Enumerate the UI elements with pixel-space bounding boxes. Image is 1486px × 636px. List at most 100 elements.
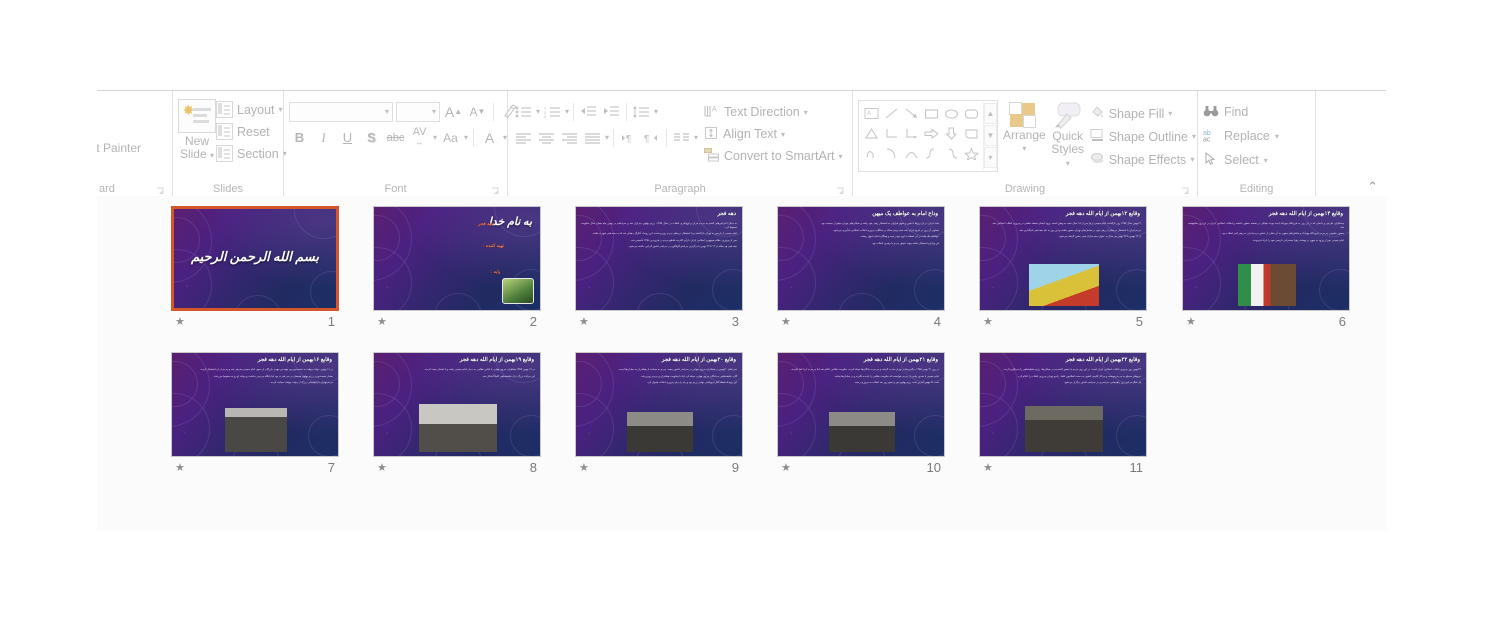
chevron-down-icon[interactable]: ▾ — [210, 151, 214, 160]
increase-font-size-button[interactable]: A ▲ — [443, 102, 464, 122]
chevron-down-icon[interactable]: ▾ — [279, 105, 283, 114]
change-case-button[interactable]: Aa — [440, 128, 461, 148]
shape-gallery[interactable]: A ▲ ▼ ▾ — [858, 100, 998, 172]
numbering-button[interactable]: 123 — [542, 102, 563, 122]
elbow-connector-icon[interactable] — [881, 123, 901, 143]
slide-thumbnail-5[interactable]: وقایع ۱۲بهمن از ایام الله دهه فجر ۱۲بهمن … — [979, 206, 1149, 334]
slide-canvas[interactable]: وقایع ۱۹بهمن از ایام الله دهه فجر در ۱۹ ب… — [373, 352, 541, 457]
chevron-down-icon[interactable]: ▾ — [385, 107, 389, 116]
animation-star-icon[interactable]: ★ — [781, 315, 791, 329]
collapse-ribbon-icon[interactable]: ⌃ — [1367, 179, 1378, 195]
slide-canvas[interactable]: وقایع ۲۱بهمن از ایام الله دهه فجر در روز … — [777, 352, 945, 457]
rectangle-shape-icon[interactable] — [921, 103, 941, 123]
increase-indent-button[interactable] — [601, 102, 622, 122]
chevron-down-icon[interactable]: ▾ — [804, 108, 808, 117]
align-left-button[interactable] — [513, 128, 534, 148]
chevron-down-icon[interactable]: ▾ — [605, 133, 609, 142]
slide-thumbnail-6[interactable]: وقایع ۱۴بهمن از ایام الله دهه فجر مسافران… — [1182, 206, 1352, 334]
chevron-down-icon[interactable]: ▾ — [464, 133, 468, 142]
slide-thumbnail-7[interactable]: وقایع ۱۶بهمن از ایام الله دهه فجر در ۱۶ ب… — [171, 352, 341, 480]
new-slide-button[interactable]: ✸ New Slide ▾ — [178, 95, 216, 162]
font-size-input[interactable]: ▾ — [396, 101, 440, 122]
text-shadow-button[interactable]: S — [361, 128, 382, 148]
shape-fill-button[interactable]: Shape Fill ▾ — [1090, 103, 1196, 124]
character-spacing-button[interactable]: AV ↔ — [409, 127, 430, 148]
format-painter-button[interactable]: ormat Painter — [97, 141, 141, 155]
font-name-input[interactable]: ▾ — [289, 101, 393, 122]
strikethrough-button[interactable]: abc — [385, 128, 406, 148]
arc-shape-icon[interactable] — [901, 143, 921, 163]
reset-button[interactable]: Reset — [216, 122, 287, 141]
decrease-indent-button[interactable] — [578, 102, 599, 122]
convert-to-smartart-button[interactable]: Convert to SmartArt ▾ — [704, 146, 843, 166]
scroll-down-icon[interactable]: ▼ — [984, 125, 997, 146]
slide-canvas[interactable]: وقایع ۲۲بهمن از ایام الله دهه فجر ۲۲بهمن … — [979, 352, 1147, 457]
animation-star-icon[interactable]: ★ — [175, 315, 185, 329]
layout-button[interactable]: Layout ▾ — [216, 100, 287, 119]
animation-star-icon[interactable]: ★ — [1186, 315, 1196, 329]
select-button[interactable]: Select ▾ — [1203, 149, 1279, 171]
elbow-arrow-connector-icon[interactable] — [901, 123, 921, 143]
right-arrow-shape-icon[interactable] — [921, 123, 941, 143]
chevron-down-icon[interactable]: ▾ — [1066, 159, 1070, 168]
animation-star-icon[interactable]: ★ — [377, 315, 387, 329]
replace-button[interactable]: ab ac Replace ▾ — [1203, 125, 1279, 147]
line-shape-icon[interactable] — [881, 103, 901, 123]
chevron-down-icon[interactable]: ▾ — [1022, 142, 1026, 155]
chevron-down-icon[interactable]: ▾ — [536, 107, 540, 116]
left-brace-shape-icon[interactable] — [921, 143, 941, 163]
right-brace-shape-icon[interactable] — [941, 143, 961, 163]
slide-sorter-pane[interactable]: وقایع ۱۴بهمن از ایام الله دهه فجر مسافران… — [97, 196, 1386, 531]
text-box-shape-icon[interactable]: A — [861, 103, 881, 123]
bullets-button[interactable] — [513, 102, 534, 122]
animation-star-icon[interactable]: ★ — [983, 461, 993, 475]
chevron-down-icon[interactable]: ▾ — [432, 107, 436, 116]
font-dialog-launcher-icon[interactable] — [491, 187, 500, 196]
arrow-shape-icon[interactable] — [901, 103, 921, 123]
copy-button[interactable]: opy ▾ — [97, 122, 141, 136]
animation-star-icon[interactable]: ★ — [781, 461, 791, 475]
right-to-left-text-direction-button[interactable]: ¶ — [641, 128, 662, 148]
left-to-right-text-direction-button[interactable]: ¶ — [618, 128, 639, 148]
text-direction-button[interactable]: A Text Direction ▾ — [704, 102, 842, 122]
chevron-down-icon[interactable]: ▾ — [503, 133, 507, 142]
shape-gallery-scrollbar[interactable]: ▲ ▼ ▾ — [983, 103, 997, 169]
font-color-button[interactable]: A — [479, 128, 500, 148]
align-center-button[interactable] — [536, 128, 557, 148]
underline-button[interactable]: U — [337, 128, 358, 148]
slide-thumbnail-10[interactable]: وقایع ۲۱بهمن از ایام الله دهه فجر در روز … — [777, 352, 947, 480]
slide-canvas[interactable]: دهه فجر به دنبال اعتراض‌های گسترده مردم ا… — [575, 206, 743, 311]
bold-button[interactable]: B — [289, 128, 310, 148]
scribble-shape-icon[interactable] — [861, 143, 881, 163]
clipboard-dialog-launcher-icon[interactable] — [156, 187, 165, 196]
slide-canvas[interactable]: وقایع ۱۴بهمن از ایام الله دهه فجر مسافران… — [1182, 206, 1350, 311]
animation-star-icon[interactable]: ★ — [579, 461, 589, 475]
star-shape-icon[interactable] — [961, 143, 981, 163]
chevron-down-icon[interactable]: ▾ — [1275, 132, 1279, 141]
cut-button[interactable]: ut — [97, 103, 141, 117]
oval-shape-icon[interactable] — [941, 103, 961, 123]
slide-thumbnail-3[interactable]: دهه فجر به دنبال اعتراض‌های گسترده مردم ا… — [575, 206, 745, 334]
slide-canvas[interactable]: وقایع ۲۰بهمن از ایام الله دهه فجر خبر قیا… — [575, 352, 743, 457]
chevron-down-icon[interactable]: ▾ — [565, 107, 569, 116]
chevron-down-icon[interactable]: ▾ — [838, 152, 842, 161]
chevron-down-icon[interactable]: ▾ — [433, 133, 437, 142]
slide-canvas[interactable]: به نام خدا دهه فجر تهیه کننده : پایه : — [373, 206, 541, 311]
shape-gallery-more-icon[interactable]: ▾ — [984, 147, 997, 168]
find-button[interactable]: Find — [1203, 101, 1279, 123]
animation-star-icon[interactable]: ★ — [377, 461, 387, 475]
animation-star-icon[interactable]: ★ — [175, 461, 185, 475]
slide-thumbnail-8[interactable]: وقایع ۱۹بهمن از ایام الله دهه فجر در ۱۹ ب… — [373, 352, 543, 480]
chevron-down-icon[interactable]: ▾ — [1192, 132, 1196, 141]
columns-button[interactable] — [671, 128, 692, 148]
slide-thumbnail-11[interactable]: وقایع ۲۲بهمن از ایام الله دهه فجر ۲۲بهمن … — [979, 352, 1149, 480]
chevron-down-icon[interactable]: ▾ — [694, 133, 698, 142]
slide-canvas[interactable]: بسم الله الرحمن الرحیم — [171, 206, 339, 311]
chevron-down-icon[interactable]: ▾ — [654, 107, 658, 116]
align-text-button[interactable]: Align Text ▾ — [704, 124, 842, 144]
slide-canvas[interactable]: وداع امام به عواطف یک میهن ملت ایران در آ… — [777, 206, 945, 311]
chevron-down-icon[interactable]: ▾ — [1264, 156, 1268, 165]
slide-thumbnail-2[interactable]: به نام خدا دهه فجر تهیه کننده : پایه : ★ 2 — [373, 206, 543, 334]
shape-effects-button[interactable]: Shape Effects ▾ — [1090, 149, 1196, 170]
line-spacing-button[interactable] — [631, 102, 652, 122]
